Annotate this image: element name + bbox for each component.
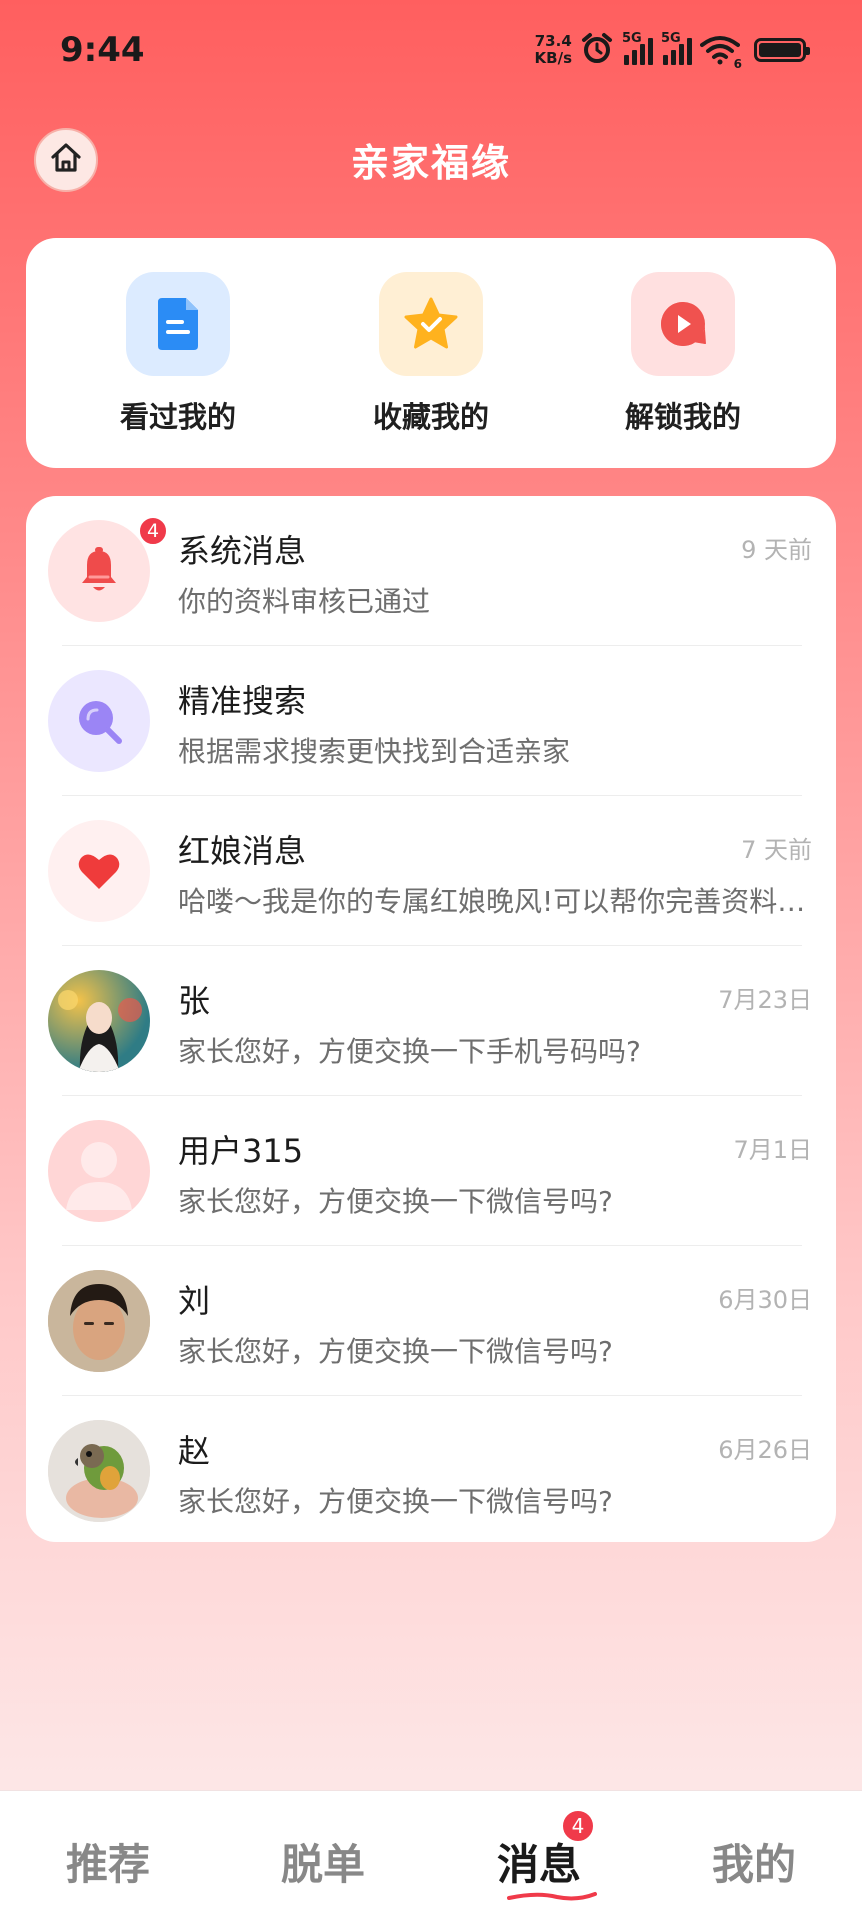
nav-unread-badge: 4 xyxy=(561,1809,595,1843)
document-icon xyxy=(126,272,230,376)
nav-tab-match[interactable]: 脱单 xyxy=(243,1831,403,1892)
message-time: 7月23日 xyxy=(718,986,812,1014)
quick-action-label: 收藏我的 xyxy=(372,400,489,434)
message-preview: 家长您好，方便交换一下手机号码吗? xyxy=(178,1035,641,1068)
heart-icon xyxy=(48,820,150,922)
signal-sim2-icon: 5G xyxy=(661,31,692,65)
unread-badge: 4 xyxy=(138,516,168,546)
network-speed-unit: KB/s xyxy=(534,49,572,67)
signal-sim1-icon: 5G xyxy=(622,31,653,65)
message-time: 6月26日 xyxy=(718,1436,812,1464)
nav-tab-messages[interactable]: 消息 4 xyxy=(459,1809,619,1901)
default-user-icon xyxy=(48,1120,150,1222)
message-preview: 家长您好，方便交换一下微信号吗? xyxy=(178,1185,613,1218)
quick-action-viewed-me[interactable]: 看过我的 xyxy=(78,272,278,436)
message-time: 7月1日 xyxy=(733,1136,812,1164)
message-item-user[interactable]: 赵 6月26日 家长您好，方便交换一下微信号吗? xyxy=(26,1396,836,1546)
message-title: 系统消息 xyxy=(178,532,307,570)
network-speed-value: 73.4 xyxy=(534,32,572,50)
quick-action-label: 看过我的 xyxy=(119,400,236,434)
avatar xyxy=(48,970,150,1072)
message-preview: 你的资料审核已通过 xyxy=(178,585,431,618)
message-item-matchmaker[interactable]: 红娘消息 7 天前 哈喽～我是你的专属红娘晚风!可以帮你完善资料，推荐合适亲家 xyxy=(26,796,836,946)
nav-tab-label: 消息 xyxy=(496,1840,581,1889)
message-item-user[interactable]: 张 7月23日 家长您好，方便交换一下手机号码吗? xyxy=(26,946,836,1096)
nav-tab-mine[interactable]: 我的 xyxy=(674,1831,834,1892)
active-tab-underline xyxy=(506,1892,597,1901)
quick-actions-card: 看过我的 收藏我的 解锁我的 xyxy=(26,238,836,468)
search-icon xyxy=(48,670,150,772)
message-preview: 家长您好，方便交换一下微信号吗? xyxy=(178,1485,613,1518)
message-item-system[interactable]: 4 系统消息 9 天前 你的资料审核已通过 xyxy=(26,496,836,646)
quick-action-label: 解锁我的 xyxy=(624,400,741,434)
message-title: 赵 xyxy=(178,1432,211,1470)
play-chat-icon xyxy=(631,272,735,376)
message-time: 7 天前 xyxy=(741,836,812,864)
message-time: 9 天前 xyxy=(741,536,812,564)
status-bar: 9:44 73.4 KB/s 5G 5G 6 xyxy=(0,0,862,100)
message-item-user[interactable]: 用户315 7月1日 家长您好，方便交换一下微信号吗? xyxy=(26,1096,836,1246)
avatar xyxy=(48,1270,150,1372)
message-title: 刘 xyxy=(178,1282,211,1320)
star-icon xyxy=(379,272,483,376)
battery-icon xyxy=(754,38,810,62)
message-title: 用户315 xyxy=(178,1132,304,1170)
nav-tab-label: 我的 xyxy=(711,1840,796,1889)
wifi-icon: 6 xyxy=(700,35,742,71)
bottom-nav: 推荐 脱单 消息 4 我的 xyxy=(0,1790,862,1920)
alarm-icon xyxy=(580,31,614,69)
page-title: 亲家福缘 xyxy=(350,141,511,185)
message-title: 红娘消息 xyxy=(178,832,307,870)
message-preview: 家长您好，方便交换一下微信号吗? xyxy=(178,1335,613,1368)
message-preview: 根据需求搜索更快找到合适亲家 xyxy=(178,735,571,768)
status-time: 9:44 xyxy=(60,30,145,70)
message-time: 6月30日 xyxy=(718,1286,812,1314)
message-title: 张 xyxy=(178,982,211,1020)
wifi-version: 6 xyxy=(733,57,742,71)
quick-action-favorited-me[interactable]: 收藏我的 xyxy=(331,272,531,436)
bell-icon xyxy=(48,520,150,622)
status-icons: 73.4 KB/s 5G 5G 6 xyxy=(535,28,810,72)
nav-tab-label: 脱单 xyxy=(280,1840,365,1889)
nav-tab-label: 推荐 xyxy=(65,1840,150,1889)
avatar xyxy=(48,1420,150,1522)
message-title: 精准搜索 xyxy=(178,682,307,720)
network-speed: 73.4 KB/s xyxy=(535,33,572,67)
message-item-user[interactable]: 刘 6月30日 家长您好，方便交换一下微信号吗? xyxy=(26,1246,836,1396)
message-list: 4 系统消息 9 天前 你的资料审核已通过 精准搜索 根据需求搜索更快找到合适亲… xyxy=(26,496,836,1542)
nav-tab-recommend[interactable]: 推荐 xyxy=(28,1831,188,1892)
message-preview: 哈喽～我是你的专属红娘晚风!可以帮你完善资料，推荐合适亲家 xyxy=(178,885,818,918)
message-item-search[interactable]: 精准搜索 根据需求搜索更快找到合适亲家 xyxy=(26,646,836,796)
quick-action-unlocked-me[interactable]: 解锁我的 xyxy=(583,272,783,436)
